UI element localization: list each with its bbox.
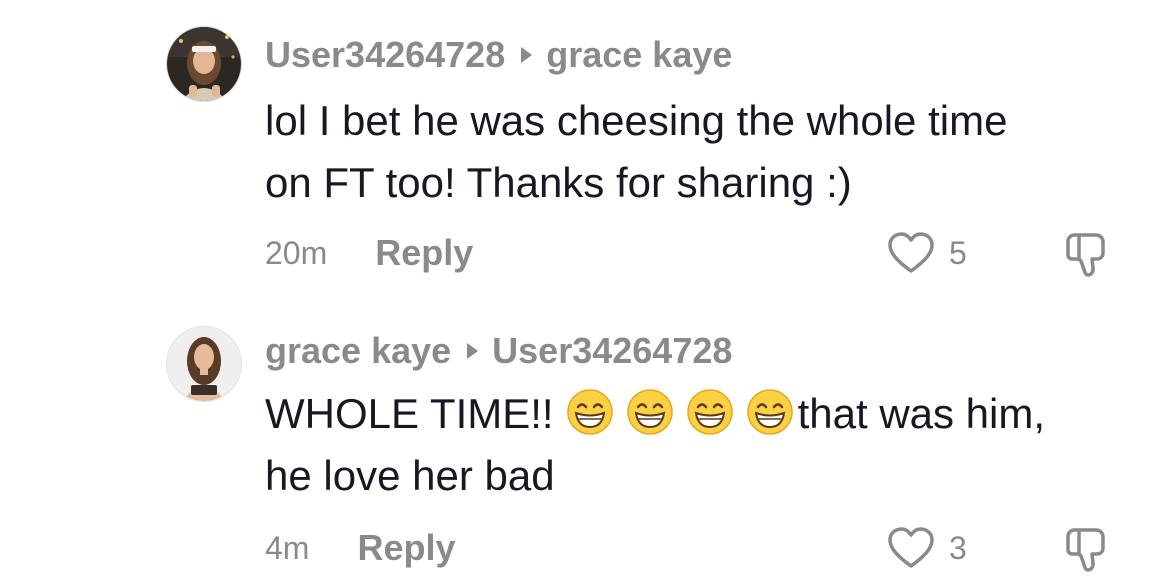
reply-button[interactable]: Reply: [357, 527, 455, 569]
like-button[interactable]: 5: [887, 229, 967, 277]
like-count: 5: [949, 234, 967, 271]
comment-text-line: lol I bet he was cheesing the whole time: [265, 97, 1008, 144]
comment-footer: 20m Reply 5: [265, 229, 1170, 277]
comment-text-part: that was him,: [797, 390, 1046, 437]
comment-text: WHOLE TIME!! that was him, he love her ba…: [265, 383, 1145, 507]
reply-to-name[interactable]: grace kaye: [546, 34, 732, 76]
heart-outline-icon: [888, 232, 934, 273]
avatar[interactable]: [166, 326, 242, 402]
comment-header: User34264728 grace kaye: [265, 32, 732, 78]
avatar-image: [167, 27, 241, 101]
dislike-icon[interactable]: [1062, 526, 1110, 574]
comment-text-line: on FT too! Thanks for sharing :): [265, 159, 852, 206]
author-name[interactable]: User34264728: [265, 34, 505, 76]
like-button[interactable]: 3: [887, 524, 967, 572]
grinning-face-emoji: [566, 389, 613, 435]
author-name[interactable]: grace kaye: [265, 330, 451, 372]
reply-button[interactable]: Reply: [375, 232, 473, 274]
grinning-face-emoji: [746, 389, 793, 435]
comment-text-line: WHOLE TIME!! that was him,: [265, 383, 1145, 445]
comment-item: grace kaye User34264728 WHOLE TIME!! that…: [0, 296, 1170, 588]
reply-arrow-icon: [467, 343, 479, 359]
comment-footer: 4m Reply 3: [265, 524, 1170, 572]
reply-to-name[interactable]: User34264728: [492, 330, 732, 372]
grinning-face-emoji: [626, 389, 673, 435]
avatar-image: [167, 327, 241, 401]
comment-header: grace kaye User34264728: [265, 328, 732, 374]
reply-arrow-icon: [521, 47, 533, 63]
timestamp: 4m: [265, 529, 310, 566]
timestamp: 20m: [265, 234, 328, 271]
dislike-icon[interactable]: [1062, 231, 1110, 279]
comment-text: lol I bet he was cheesing the whole time…: [265, 90, 1145, 214]
avatar[interactable]: [166, 26, 242, 102]
heart-outline-icon: [888, 527, 934, 568]
comment-text-line: he love her bad: [265, 452, 555, 499]
comment-item: User34264728 grace kaye lol I bet he was…: [0, 0, 1170, 296]
grinning-face-emoji: [686, 389, 733, 435]
comment-text-part: WHOLE TIME!!: [265, 390, 554, 437]
like-count: 3: [949, 529, 967, 566]
